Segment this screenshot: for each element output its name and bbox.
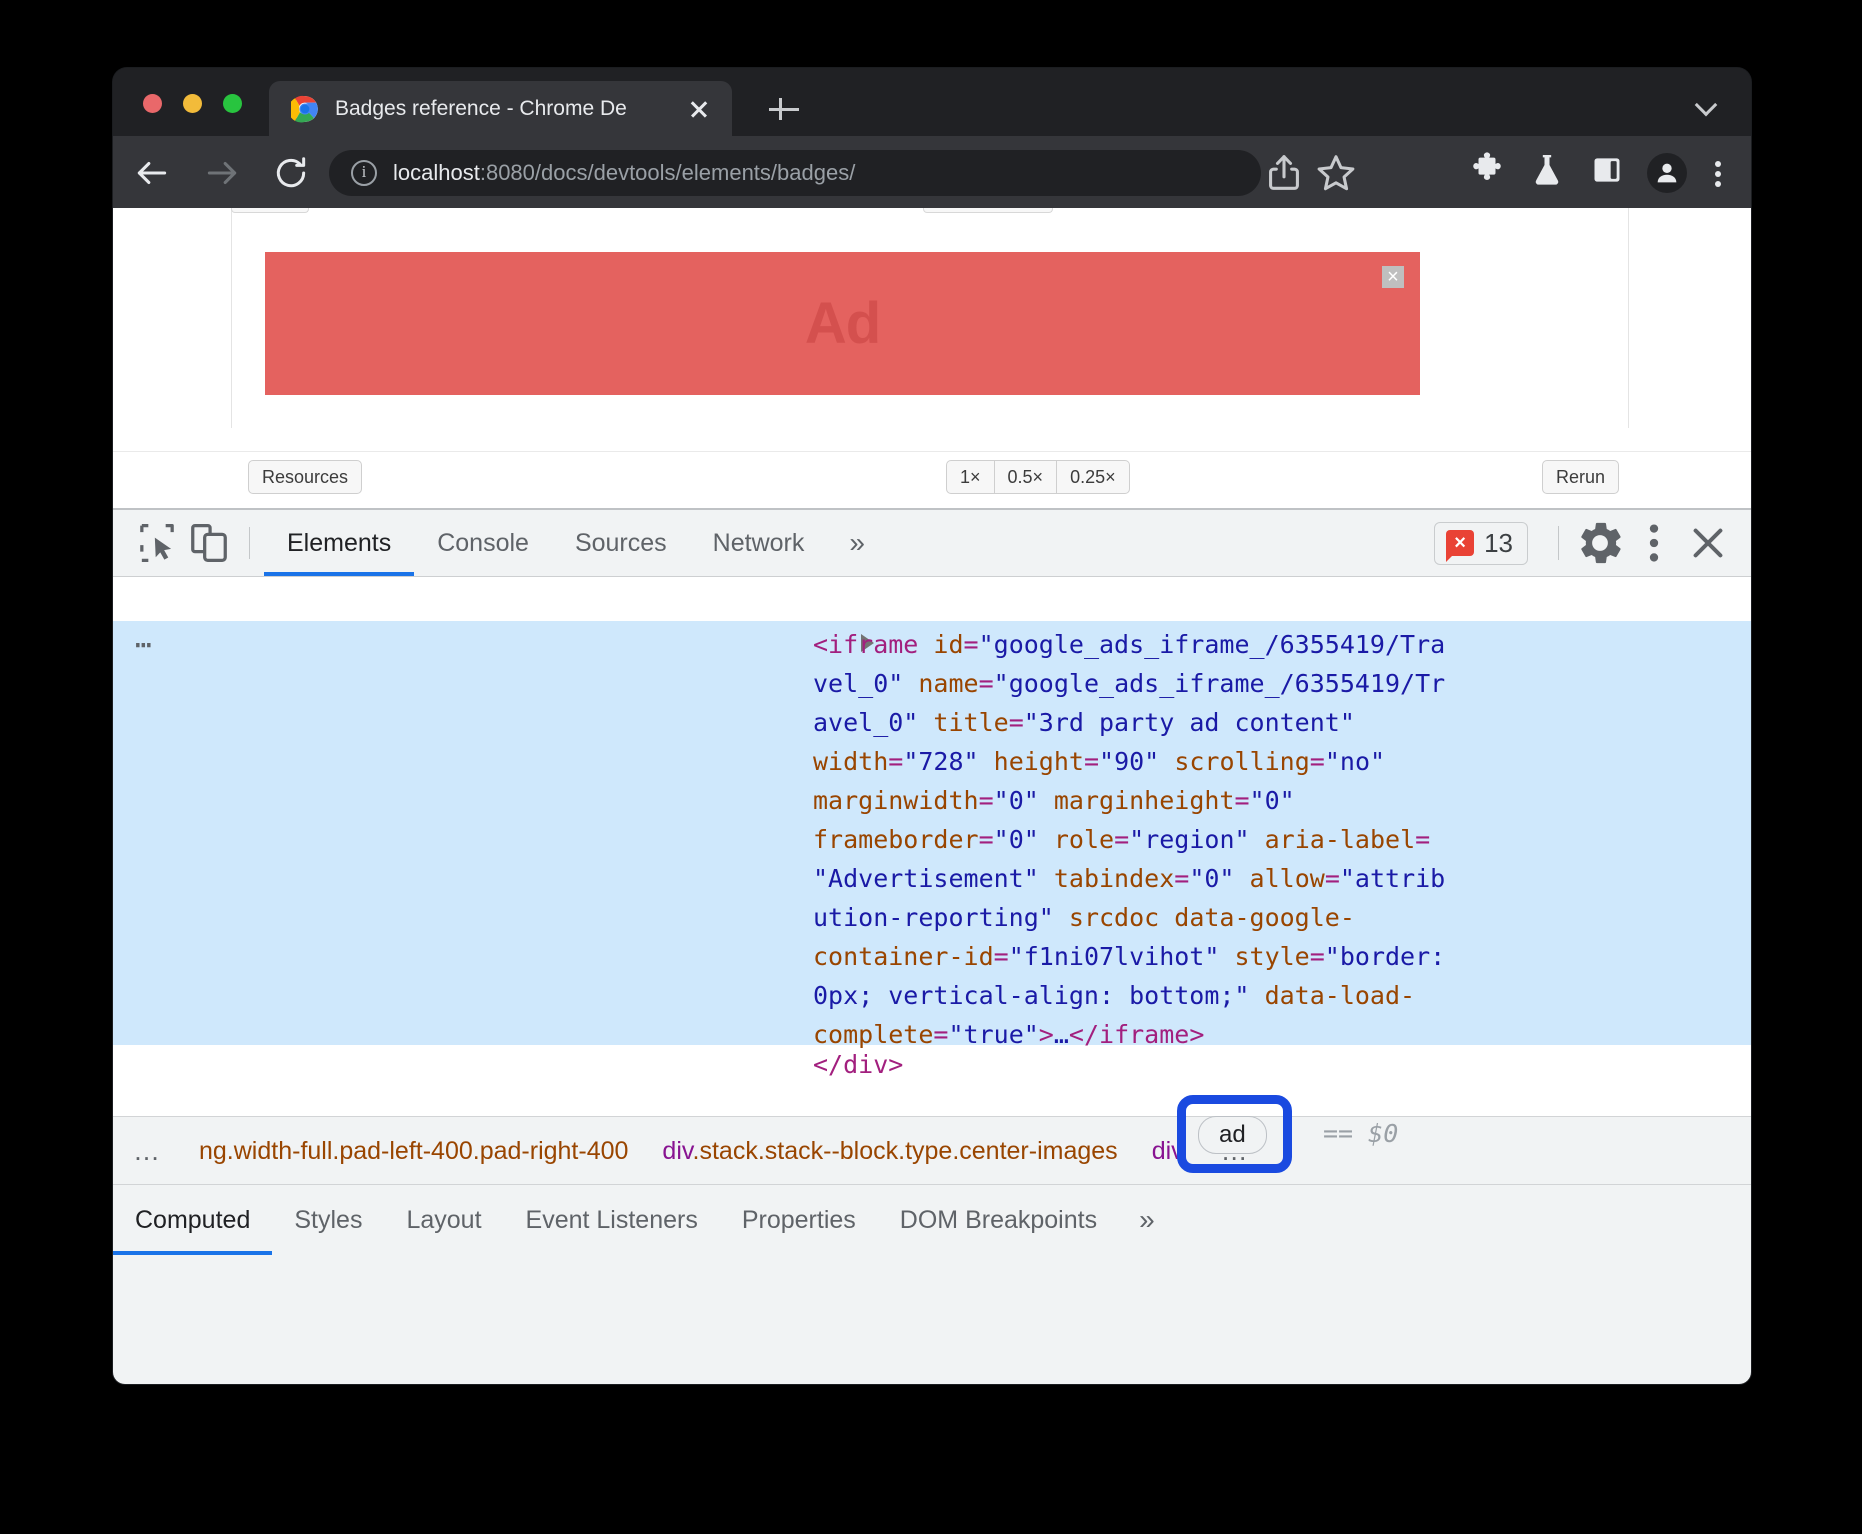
breadcrumb-tag-2: div <box>1152 1137 1184 1165</box>
device-toolbar-icon[interactable] <box>183 517 235 569</box>
dom-code-line-6: "Advertisement" tabindex="0" allow="attr… <box>813 859 1751 898</box>
tab-event-listeners[interactable]: Event Listeners <box>504 1185 720 1255</box>
screenshot-root: Badges reference - Chrome De <box>0 0 1862 1534</box>
devtools-kebab-icon[interactable] <box>1627 516 1681 570</box>
ad-badge[interactable]: ad <box>1198 1116 1267 1154</box>
new-tab-button[interactable] <box>765 90 803 128</box>
error-icon: × <box>1446 530 1474 556</box>
browser-window: Badges reference - Chrome De <box>113 68 1751 1384</box>
site-info-icon[interactable] <box>351 160 377 186</box>
share-icon[interactable] <box>1261 150 1307 196</box>
tab-layout[interactable]: Layout <box>384 1185 503 1255</box>
omnibox-actions <box>1261 150 1359 196</box>
tab-styles[interactable]: Styles <box>272 1185 384 1255</box>
url-host: localhost <box>393 160 480 185</box>
resources-button[interactable]: Resources <box>248 460 362 494</box>
address-bar: localhost:8080/docs/devtools/elements/ba… <box>113 136 1751 208</box>
dom-code-line-0: <iframe id="google_ads_iframe_/6355419/T… <box>813 625 1751 664</box>
dom-selection-marker: == $0 <box>1323 1119 1398 1148</box>
breadcrumb-item-0[interactable]: ng.width-full.pad-left-400.pad-right-400 <box>182 1137 645 1166</box>
tab-strip: Badges reference - Chrome De <box>113 68 1751 136</box>
page-viewport: Ad Resources 1× 0.5× 0.25× Rerun <box>113 208 1751 508</box>
dom-selected-code: <iframe id="google_ads_iframe_/6355419/T… <box>813 625 1751 1054</box>
zoom-0.25x-button[interactable]: 0.25× <box>1057 460 1130 494</box>
bookmark-star-icon[interactable] <box>1313 150 1359 196</box>
zoom-0.5x-button[interactable]: 0.5× <box>995 460 1058 494</box>
tab-properties[interactable]: Properties <box>720 1185 878 1255</box>
ad-banner: Ad <box>265 252 1420 395</box>
devtools-toolbar-right: × 13 <box>1434 516 1751 570</box>
viewport-toolbar: Resources 1× 0.5× 0.25× Rerun <box>113 451 1751 508</box>
tab-title: Badges reference - Chrome De <box>335 96 682 122</box>
labs-flask-icon[interactable] <box>1527 150 1573 196</box>
rerun-button[interactable]: Rerun <box>1542 460 1619 494</box>
breadcrumb-overflow-left[interactable]: … <box>113 1136 182 1167</box>
maximize-window-button[interactable] <box>223 94 242 113</box>
url-input[interactable]: localhost:8080/docs/devtools/elements/ba… <box>329 150 1261 196</box>
chrome-menu-kebab-icon[interactable] <box>1701 151 1735 195</box>
reload-icon[interactable] <box>272 154 310 192</box>
close-tab-icon[interactable] <box>682 92 716 126</box>
more-tabs-chevron-icon[interactable]: » <box>827 527 884 559</box>
error-count-badge[interactable]: × 13 <box>1434 522 1528 565</box>
dom-line-partial: google_ads_iframe__ __container__" style… <box>113 577 1751 621</box>
dom-code-line-3: width="728" height="90" scrolling="no" <box>813 742 1751 781</box>
ad-banner-label: Ad <box>805 290 880 357</box>
dom-code-line-5: frameborder="0" role="region" aria-label… <box>813 820 1751 859</box>
dom-tree-pane[interactable]: ⋯ google_ads_iframe__ __container__" sty… <box>113 577 1751 1117</box>
minimize-window-button[interactable] <box>183 94 202 113</box>
dom-code-line-1: vel_0" name="google_ads_iframe_/6355419/… <box>813 664 1751 703</box>
zoom-1x-button[interactable]: 1× <box>946 460 995 494</box>
more-sidebar-tabs-icon[interactable]: » <box>1119 1204 1172 1236</box>
tab-elements[interactable]: Elements <box>264 510 414 576</box>
tab-console[interactable]: Console <box>414 510 552 576</box>
breadcrumb-item-2[interactable]: div <box>1135 1137 1201 1166</box>
page-partial-element-right <box>923 208 1053 213</box>
breadcrumb-tag-1: div <box>662 1137 692 1165</box>
devtools-tab-list: Elements Console Sources Network » <box>264 510 884 576</box>
error-count: 13 <box>1484 528 1513 559</box>
chevron-down-icon[interactable] <box>1697 95 1717 115</box>
close-devtools-icon[interactable] <box>1681 516 1735 570</box>
side-panel-icon[interactable] <box>1587 150 1633 196</box>
breadcrumb-rest-1: .stack.stack--block.type.center-images <box>693 1137 1118 1165</box>
dom-code-line-7: ution-reporting" srcdoc data-google- <box>813 898 1751 937</box>
profile-avatar-icon[interactable] <box>1647 153 1687 193</box>
dom-closing-div: </div> <box>813 1045 903 1084</box>
dom-row-ellipsis[interactable]: ⋯ <box>135 625 154 664</box>
dom-code-line-10: complete="true">…</iframe> <box>813 1015 1751 1054</box>
url-path: :8080/docs/devtools/elements/badges/ <box>480 160 855 185</box>
breadcrumb-rest-0: ng.width-full.pad-left-400.pad-right-400 <box>199 1137 628 1165</box>
toolbar-divider-2 <box>1558 526 1559 560</box>
forward-arrow-icon[interactable] <box>203 154 241 192</box>
ad-close-icon[interactable] <box>1382 266 1404 288</box>
toolbar-divider <box>249 527 250 559</box>
inspect-element-icon[interactable] <box>131 517 183 569</box>
devtools-panel: Elements Console Sources Network » × 13 <box>113 508 1751 1384</box>
dom-code-line-9: 0px; vertical-align: bottom;" data-load- <box>813 976 1751 1015</box>
toolbar-right-icons <box>1467 150 1735 196</box>
browser-tab[interactable]: Badges reference - Chrome De <box>269 81 732 136</box>
tab-network[interactable]: Network <box>690 510 828 576</box>
url-text: localhost:8080/docs/devtools/elements/ba… <box>393 160 855 186</box>
breadcrumb-item-1[interactable]: div.stack.stack--block.type.center-image… <box>645 1137 1134 1166</box>
chrome-logo-icon <box>291 95 319 123</box>
extensions-puzzle-icon[interactable] <box>1467 150 1513 196</box>
devtools-toolbar: Elements Console Sources Network » × 13 <box>113 510 1751 577</box>
dom-code-line-2: avel_0" title="3rd party ad content" <box>813 703 1751 742</box>
back-arrow-icon[interactable] <box>133 154 171 192</box>
sidebar-tab-list: Computed Styles Layout Event Listeners P… <box>113 1184 1751 1255</box>
settings-gear-icon[interactable] <box>1573 516 1627 570</box>
window-traffic-lights <box>143 94 242 113</box>
close-window-button[interactable] <box>143 94 162 113</box>
dom-code-line-4: marginwidth="0" marginheight="0" <box>813 781 1751 820</box>
zoom-level-group: 1× 0.5× 0.25× <box>946 460 1130 494</box>
tab-computed[interactable]: Computed <box>113 1185 272 1255</box>
tab-sources[interactable]: Sources <box>552 510 690 576</box>
dom-code-line-8: container-id="f1ni07lvihot" style="borde… <box>813 937 1751 976</box>
tab-dom-breakpoints[interactable]: DOM Breakpoints <box>878 1185 1119 1255</box>
breadcrumb: … ng.width-full.pad-left-400.pad-right-4… <box>113 1116 1751 1185</box>
page-partial-element-left <box>231 208 309 213</box>
